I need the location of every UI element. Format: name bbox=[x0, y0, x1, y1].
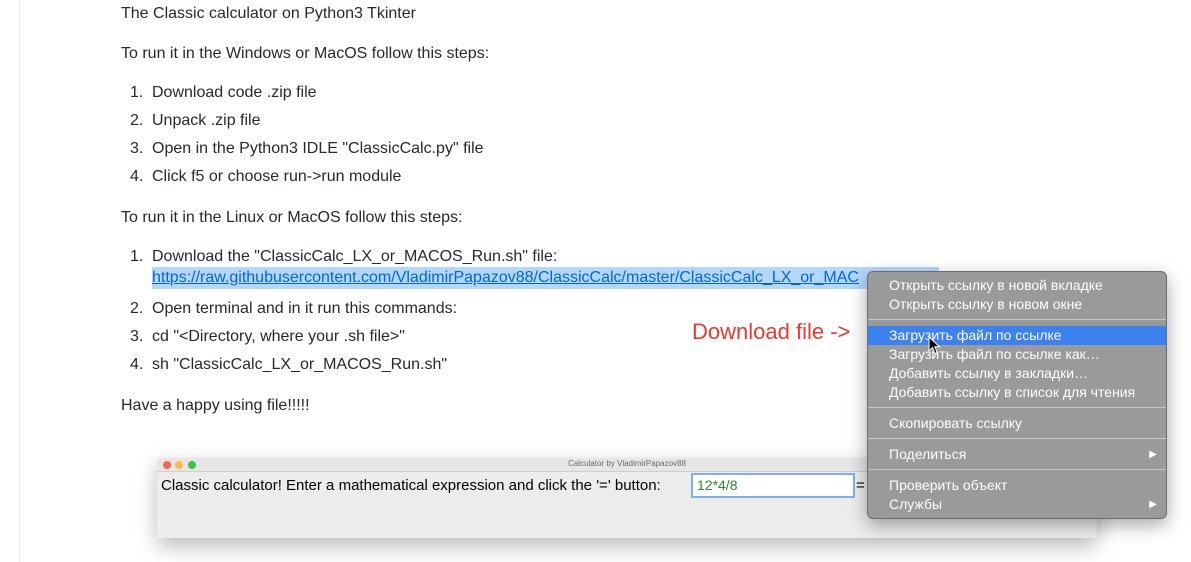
list-item: 4. Click f5 or choose run->run module bbox=[121, 163, 484, 191]
menu-item-label: Открыть ссылку в новом окне bbox=[889, 296, 1083, 312]
submenu-arrow-icon: ▶ bbox=[1149, 449, 1157, 460]
step-text: Open terminal and in it run this command… bbox=[152, 300, 458, 317]
step-number: 4. bbox=[130, 356, 144, 373]
step-number: 1. bbox=[130, 248, 144, 265]
menu-item-download-linked-file-as[interactable]: Загрузить файл по ссылке как… bbox=[868, 345, 1166, 364]
step-text: Download the "ClassicCalc_LX_or_MACOS_Ru… bbox=[152, 248, 558, 265]
menu-item-label: Проверить объект bbox=[889, 477, 1008, 493]
menu-separator bbox=[868, 319, 1166, 320]
menu-item-download-linked-file[interactable]: Загрузить файл по ссылке bbox=[868, 326, 1166, 345]
menu-item-label: Скопировать ссылку bbox=[889, 415, 1023, 431]
download-annotation: Download file -> bbox=[692, 319, 851, 344]
list-item: 3. Open in the Python3 IDLE "ClassicCalc.… bbox=[121, 135, 484, 163]
expression-field: 12*4/8 bbox=[691, 473, 855, 498]
linux-steps-list: 1. Download the "ClassicCalc_LX_or_MACOS… bbox=[121, 243, 939, 379]
step-number: 3. bbox=[130, 140, 144, 157]
step-number: 4. bbox=[130, 168, 144, 185]
step-number: 2. bbox=[130, 300, 144, 317]
context-menu: Открыть ссылку в новой вкладке Открыть с… bbox=[867, 271, 1167, 519]
step-number: 3. bbox=[130, 328, 144, 345]
step-text: Unpack .zip file bbox=[152, 112, 261, 129]
step-text: Open in the Python3 IDLE "ClassicCalc.py… bbox=[152, 140, 484, 157]
menu-item-label: Загрузить файл по ссылке bbox=[889, 327, 1062, 343]
page-left-border bbox=[19, 0, 20, 562]
step-text: Click f5 or choose run->run module bbox=[152, 168, 402, 185]
list-item: 3. cd "<Directory, where your .sh file>" bbox=[121, 323, 557, 351]
mouse-pointer-icon bbox=[928, 336, 941, 355]
menu-item-open-new-tab[interactable]: Открыть ссылку в новой вкладке bbox=[868, 276, 1166, 295]
outro-text: Have a happy using file!!!!! bbox=[121, 397, 310, 414]
menu-item-label: Открыть ссылку в новой вкладке bbox=[889, 277, 1103, 293]
windows-heading: To run it in the Windows or MacOS follow… bbox=[121, 45, 490, 62]
menu-item-inspect-element[interactable]: Проверить объект bbox=[868, 476, 1166, 495]
step-text: Download code .zip file bbox=[152, 84, 317, 101]
submenu-arrow-icon: ▶ bbox=[1149, 499, 1157, 510]
menu-separator bbox=[868, 438, 1166, 439]
menu-item-add-bookmark[interactable]: Добавить ссылку в закладки… bbox=[868, 364, 1166, 383]
list-item: 2. Open terminal and in it run this comma… bbox=[121, 295, 557, 323]
list-item: 2. Unpack .zip file bbox=[121, 107, 484, 135]
menu-item-label: Загрузить файл по ссылке как… bbox=[889, 346, 1100, 362]
menu-item-open-new-window[interactable]: Открыть ссылку в новом окне bbox=[868, 295, 1166, 314]
list-item: 1. Download the "ClassicCalc_LX_or_MACOS… bbox=[121, 243, 939, 295]
menu-separator bbox=[868, 469, 1166, 470]
windows-steps-list: 1. Download code .zip file 2. Unpack .zip … bbox=[121, 79, 484, 191]
list-item: 1. Download code .zip file bbox=[121, 79, 484, 107]
menu-item-share[interactable]: Поделиться ▶ bbox=[868, 445, 1166, 464]
step-number: 2. bbox=[130, 112, 144, 129]
list-item: 4. sh "ClassicCalc_LX_or_MACOS_Run.sh" bbox=[121, 351, 557, 379]
intro-text: The Classic calculator on Python3 Tkinte… bbox=[121, 5, 416, 22]
menu-separator bbox=[868, 407, 1166, 408]
raw-download-link[interactable]: https://raw.githubusercontent.com/Vladim… bbox=[152, 267, 939, 289]
menu-item-copy-link[interactable]: Скопировать ссылку bbox=[868, 414, 1166, 433]
calculator-prompt: Classic calculator! Enter a mathematical… bbox=[161, 477, 661, 494]
step-text: sh "ClassicCalc_LX_or_MACOS_Run.sh" bbox=[152, 356, 448, 373]
menu-item-services[interactable]: Службы ▶ bbox=[868, 495, 1166, 514]
equals-button: = bbox=[856, 477, 865, 494]
menu-item-label: Добавить ссылку в список для чтения bbox=[889, 384, 1136, 400]
step-number: 1. bbox=[130, 84, 144, 101]
step-text: cd "<Directory, where your .sh file>" bbox=[152, 328, 405, 345]
linux-heading: To run it in the Linux or MacOS follow t… bbox=[121, 209, 463, 226]
menu-item-label: Добавить ссылку в закладки… bbox=[889, 365, 1089, 381]
menu-item-add-reading-list[interactable]: Добавить ссылку в список для чтения bbox=[868, 383, 1166, 402]
menu-item-label: Службы bbox=[889, 496, 943, 512]
menu-item-label: Поделиться bbox=[889, 446, 967, 462]
